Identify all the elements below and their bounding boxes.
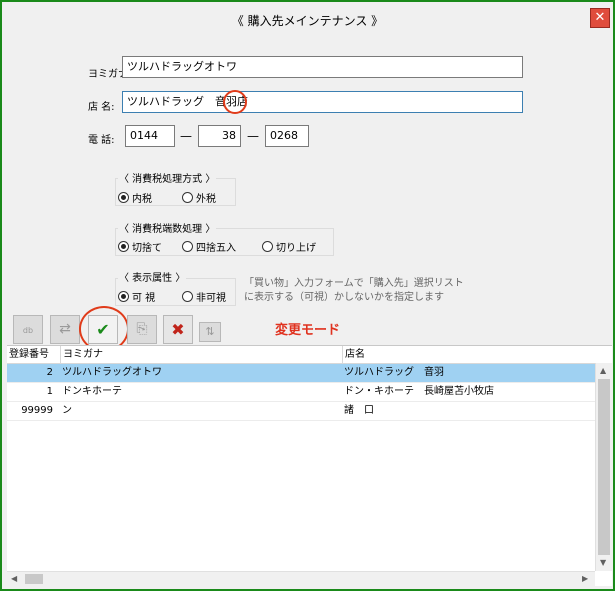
purchase-source-grid: 登録番号 ヨミガナ 店名 2 ツルハドラッグオトワ ツルハドラッグ 音羽 1 ド… <box>7 345 613 587</box>
note-line-1: 「買い物」入力フォームで「購入先」選択リスト <box>244 278 464 289</box>
close-button[interactable]: ✕ <box>590 8 610 28</box>
scroll-down-icon[interactable]: ▼ <box>600 558 606 567</box>
scroll-up-icon[interactable]: ▲ <box>600 366 606 375</box>
swap-button[interactable]: ⇄ <box>50 315 80 344</box>
radio-unselected-icon <box>182 291 193 302</box>
cell-number: 2 <box>46 367 53 378</box>
radio-visible[interactable]: 可 視 <box>118 289 155 304</box>
display-attr-title: 〈 表示属性 〉 <box>118 269 187 284</box>
scroll-left-icon[interactable]: ◀ <box>11 574 17 583</box>
radio-round-down[interactable]: 切捨て <box>118 239 162 254</box>
phone-number-field[interactable]: 0268 <box>265 125 309 147</box>
radio-label: 四捨五入 <box>196 243 236 254</box>
radio-label: 切捨て <box>132 243 162 254</box>
sort-icon: ⇅ <box>205 325 215 338</box>
cell-shop-name: 諸 口 <box>344 405 374 416</box>
phone-area-field[interactable]: 0144 <box>125 125 175 147</box>
vertical-scrollbar[interactable]: ▲ ▼ <box>595 363 613 571</box>
radio-selected-icon <box>118 241 129 252</box>
display-attr-note: 「買い物」入力フォームで「購入先」選択リスト に表示する（可視）かしないかを指定… <box>244 277 464 305</box>
column-header-yomigana[interactable]: ヨミガナ <box>60 346 343 363</box>
shop-name-field[interactable]: ツルハドラッグ 音羽店 <box>122 91 523 113</box>
radio-label: 可 視 <box>132 293 156 304</box>
cell-number: 1 <box>46 386 53 397</box>
swap-icon: ⇄ <box>59 321 71 337</box>
cell-shop-name: ドン・キホーテ 長崎屋苫小牧店 <box>344 386 494 397</box>
phone-separator: — <box>247 129 259 143</box>
table-row[interactable]: 1 ドンキホーテ ドン・キホーテ 長崎屋苫小牧店 <box>7 383 595 402</box>
copy-button[interactable]: ⎘ <box>127 315 157 344</box>
radio-label: 切り上げ <box>276 243 316 254</box>
cell-yomigana: ドンキホーテ <box>62 386 122 397</box>
scroll-right-icon[interactable]: ▶ <box>582 574 588 583</box>
phone-separator: — <box>180 129 192 143</box>
horizontal-scrollbar[interactable]: ◀ ▶ <box>7 571 595 587</box>
table-row[interactable]: 2 ツルハドラッグオトワ ツルハドラッグ 音羽 <box>7 364 595 383</box>
delete-icon: ✖ <box>171 320 185 339</box>
note-line-2: に表示する（可視）かしないかを指定します <box>244 292 444 303</box>
phone-label: 電 話: <box>88 135 115 146</box>
radio-invisible[interactable]: 非可視 <box>182 289 226 304</box>
scroll-thumb[interactable] <box>598 379 610 555</box>
phone-exchange-field[interactable]: 38 <box>198 125 241 147</box>
radio-label: 外税 <box>196 194 216 205</box>
radio-selected-icon <box>118 192 129 203</box>
purchase-source-window: 《 購入先メインテナンス 》 ✕ ヨミガナ: ツルハドラッグオトワ 店 名: ツ… <box>0 0 615 591</box>
grid-header: 登録番号 ヨミガナ 店名 <box>7 346 595 364</box>
annotation-circle <box>223 90 247 114</box>
copy-icon: ⎘ <box>136 321 148 337</box>
column-header-shop-name[interactable]: 店名 <box>342 346 595 363</box>
scroll-thumb[interactable] <box>25 574 43 584</box>
tax-method-title: 〈 消費税処理方式 〉 <box>118 170 217 185</box>
column-header-number[interactable]: 登録番号 <box>9 346 57 363</box>
cell-shop-name: ツルハドラッグ 音羽 <box>344 367 444 378</box>
shop-name-label: 店 名: <box>88 102 115 113</box>
cell-yomigana: ン <box>62 405 72 416</box>
radio-tax-inclusive[interactable]: 内税 <box>118 190 152 205</box>
radio-tax-exclusive[interactable]: 外税 <box>182 190 216 205</box>
new-record-icon: db <box>22 326 34 335</box>
tax-rounding-title: 〈 消費税端数処理 〉 <box>118 220 217 235</box>
cell-yomigana: ツルハドラッグオトワ <box>62 367 162 378</box>
radio-selected-icon <box>118 291 129 302</box>
window-title: 《 購入先メインテナンス 》 <box>231 14 384 28</box>
mode-label: 変更モード <box>275 323 341 338</box>
radio-round-half[interactable]: 四捨五入 <box>182 239 236 254</box>
radio-round-up[interactable]: 切り上げ <box>262 239 316 254</box>
radio-unselected-icon <box>182 192 193 203</box>
radio-unselected-icon <box>262 241 273 252</box>
cell-number: 99999 <box>21 405 53 416</box>
radio-label: 非可視 <box>196 293 226 304</box>
radio-unselected-icon <box>182 241 193 252</box>
yomigana-field[interactable]: ツルハドラッグオトワ <box>122 56 523 78</box>
delete-button[interactable]: ✖ <box>163 315 193 344</box>
sort-button[interactable]: ⇅ <box>199 322 221 342</box>
new-record-button[interactable]: db <box>13 315 43 344</box>
radio-label: 内税 <box>132 194 152 205</box>
table-row[interactable]: 99999 ン 諸 口 <box>7 402 595 421</box>
